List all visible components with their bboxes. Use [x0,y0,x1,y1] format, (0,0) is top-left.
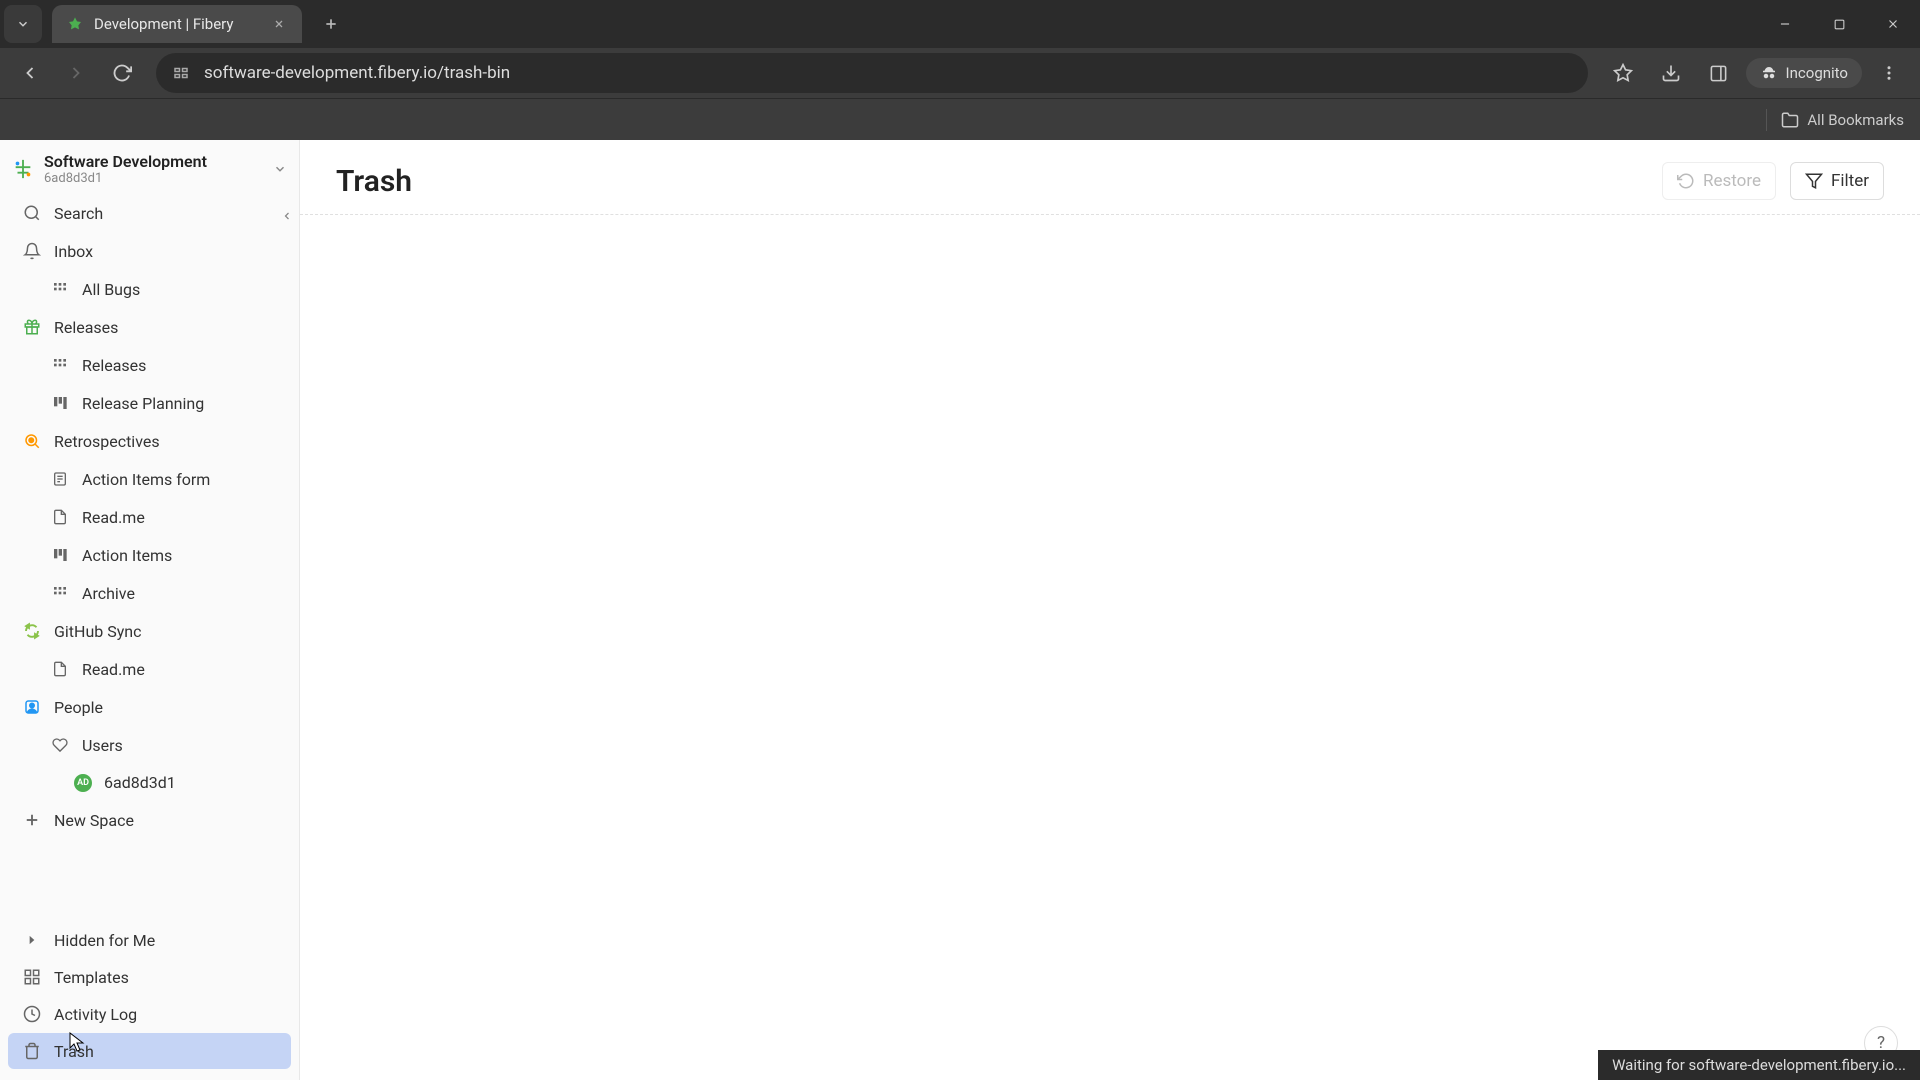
sidebar-section-github-sync[interactable]: GitHub Sync [8,613,291,649]
url-text: software-development.fibery.io/trash-bin [204,63,1572,83]
address-bar[interactable]: software-development.fibery.io/trash-bin [156,53,1588,93]
bookmarks-separator [1766,109,1767,131]
workspace-logo-icon [12,158,34,180]
maximize-button[interactable] [1812,0,1866,48]
form-icon [50,469,70,489]
filter-label: Filter [1831,171,1869,191]
activity-log-label: Activity Log [54,1005,137,1024]
board-icon [50,393,70,413]
all-bookmarks-label: All Bookmarks [1807,111,1904,129]
person-icon [22,697,42,717]
sidebar-item-users[interactable]: Users [8,727,291,763]
site-settings-icon[interactable] [172,64,190,82]
people-label: People [54,698,103,717]
tab-search-dropdown[interactable] [4,5,42,43]
sidebar-item-activity-log[interactable]: Activity Log [8,996,291,1032]
page-title: Trash [336,164,412,199]
action-items-label: Action Items [82,546,172,565]
releases-section-label: Releases [54,318,118,337]
minimize-button[interactable] [1758,0,1812,48]
incognito-label: Incognito [1786,64,1848,82]
workspace-name: Software Development [44,152,263,171]
filter-button[interactable]: Filter [1790,162,1884,200]
gift-icon [22,317,42,337]
restore-button[interactable]: Restore [1662,162,1776,200]
users-label: Users [82,736,123,755]
sidebar-item-new-space[interactable]: New Space [8,802,291,838]
sidebar-item-action-items[interactable]: Action Items [8,537,291,573]
search-label: Search [54,204,103,223]
sidebar-item-releases[interactable]: Releases [8,347,291,383]
close-tab-icon[interactable] [270,15,288,33]
heart-icon [50,735,70,755]
sidebar-item-trash[interactable]: Trash [8,1033,291,1069]
grid-icon [50,279,70,299]
sidebar-item-readme-1[interactable]: Read.me [8,499,291,535]
readme-2-label: Read.me [82,660,145,679]
board-icon [50,545,70,565]
releases-label: Releases [82,356,146,375]
templates-icon [22,967,42,987]
action-items-form-label: Action Items form [82,470,210,489]
incognito-badge[interactable]: Incognito [1746,58,1862,88]
sidebar-item-action-items-form[interactable]: Action Items form [8,461,291,497]
side-panel-icon[interactable] [1698,53,1740,93]
close-window-button[interactable] [1866,0,1920,48]
bell-icon [22,241,42,261]
workspace-switcher[interactable]: Software Development 6ad8d3d1 [0,140,299,194]
sidebar-item-readme-2[interactable]: Read.me [8,651,291,687]
fibery-favicon-icon [66,15,84,33]
grid-icon [50,355,70,375]
tab-title: Development | Fibery [94,15,260,33]
new-tab-button[interactable] [316,9,346,39]
user-name-label: 6ad8d3d1 [104,773,176,792]
reload-button[interactable] [102,53,142,93]
plus-icon [22,810,42,830]
sidebar-item-hidden[interactable]: Hidden for Me [8,922,291,958]
trash-icon [22,1041,42,1061]
templates-label: Templates [54,968,129,987]
archive-label: Archive [82,584,135,603]
bookmark-star-icon[interactable] [1602,53,1644,93]
hidden-label: Hidden for Me [54,931,155,950]
magnifier-icon [22,431,42,451]
all-bugs-label: All Bugs [82,280,140,299]
sidebar-section-people[interactable]: People [8,689,291,725]
chevron-right-icon [22,930,42,950]
readme-1-label: Read.me [82,508,145,527]
all-bookmarks-button[interactable]: All Bookmarks [1781,111,1904,129]
grid-icon [50,583,70,603]
browser-menu-icon[interactable] [1868,53,1910,93]
chevron-down-icon [273,162,287,176]
document-icon [50,659,70,679]
collapse-sidebar-button[interactable] [275,204,299,228]
sidebar-item-all-bugs[interactable]: All Bugs [8,271,291,307]
github-sync-label: GitHub Sync [54,622,142,641]
retrospectives-label: Retrospectives [54,432,160,451]
search-icon [22,203,42,223]
sidebar-item-archive[interactable]: Archive [8,575,291,611]
workspace-id: 6ad8d3d1 [44,171,263,186]
sidebar-section-releases[interactable]: Releases [8,309,291,345]
trash-label: Trash [54,1042,94,1061]
downloads-icon[interactable] [1650,53,1692,93]
back-button[interactable] [10,53,50,93]
sidebar-item-release-planning[interactable]: Release Planning [8,385,291,421]
inbox-label: Inbox [54,242,93,261]
clock-icon [22,1004,42,1024]
forward-button[interactable] [56,53,96,93]
new-space-label: New Space [54,811,134,830]
sidebar-section-retrospectives[interactable]: Retrospectives [8,423,291,459]
sidebar-item-inbox[interactable]: Inbox [8,233,291,269]
status-toast: Waiting for software-development.fibery.… [1598,1050,1920,1080]
sidebar-item-search[interactable]: Search [8,195,291,231]
sync-icon [22,621,42,641]
document-icon [50,507,70,527]
release-planning-label: Release Planning [82,394,204,413]
user-avatar-icon: AD [74,774,92,792]
sidebar-item-templates[interactable]: Templates [8,959,291,995]
sidebar-item-user[interactable]: AD 6ad8d3d1 [8,765,291,800]
restore-label: Restore [1703,171,1761,191]
browser-tab[interactable]: Development | Fibery [52,5,302,43]
